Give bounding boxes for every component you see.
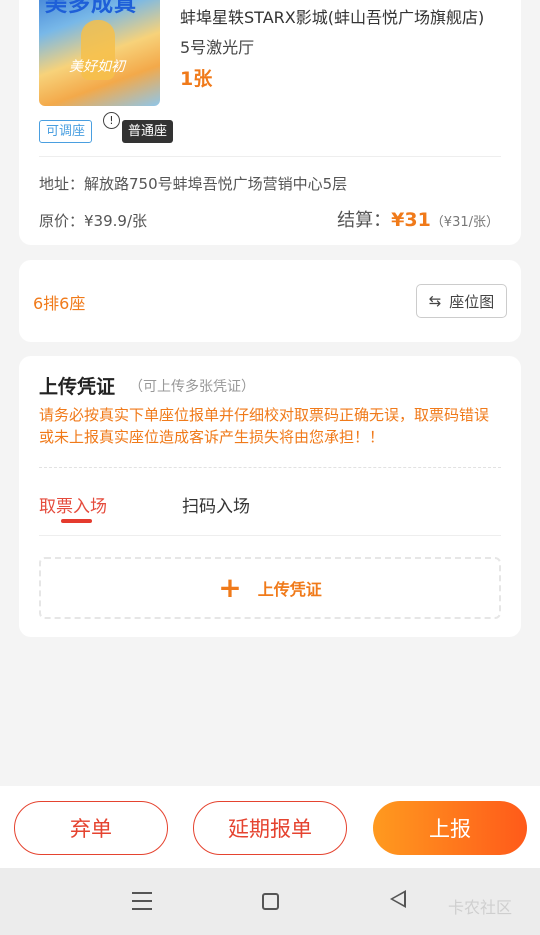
settle-label: 结算： <box>337 210 392 231</box>
upload-card: 上传凭证 （可上传多张凭证） 请务必按真实下单座位报单并仔细校对取票码正确无误，… <box>19 356 521 637</box>
poster-script: 美好如初 <box>69 59 125 75</box>
system-nav-bar: 卡农社区 <box>0 868 540 935</box>
watermark: 卡农社区 <box>448 898 513 917</box>
postpone-button[interactable]: 延期报单 <box>193 801 347 855</box>
abandon-button[interactable]: 弃单 <box>14 801 168 855</box>
submit-button[interactable]: 上报 <box>373 801 527 855</box>
tab-scan-entry[interactable]: 扫码入场 <box>182 492 250 517</box>
cinema-address: 地址：解放路750号蚌埠吾悦广场营销中心5层 <box>39 175 348 193</box>
back-icon[interactable] <box>390 890 406 908</box>
settlement: 结算：¥31（¥31/张） <box>337 206 499 232</box>
upload-credential-button[interactable]: + 上传凭证 <box>39 557 501 619</box>
cinema-name: 蚌埠星轶STARX影城(蚌山吾悦广场旗舰店) <box>180 8 485 27</box>
upload-warning: 请务必按真实下单座位报单并仔细校对取票码正确无误，取票码错误或未上报真实座位造成… <box>39 406 490 446</box>
tag-normal-seat: 普通座 <box>122 120 174 143</box>
seat-position: 6排6座 <box>33 294 86 313</box>
divider <box>39 156 501 157</box>
upload-hint: （可上传多张凭证） <box>129 379 255 395</box>
settle-amount: ¥31 <box>391 209 431 231</box>
divider <box>39 535 501 536</box>
order-card: 美多成真 美好如初 蚌埠星轶STARX影城(蚌山吾悦广场旗舰店) 5号激光厅 1… <box>19 0 521 245</box>
poster-title: 美多成真 <box>45 0 138 17</box>
info-icon[interactable]: ! <box>103 112 120 129</box>
active-tab-indicator <box>61 519 92 523</box>
original-price: 原价：¥39.9/张 <box>39 212 147 230</box>
hall-name: 5号激光厅 <box>180 38 255 57</box>
upload-title: 上传凭证 <box>39 376 116 398</box>
action-bar: 弃单 延期报单 上报 <box>0 786 540 868</box>
tag-adjustable-seat: 可调座 <box>39 120 93 143</box>
divider <box>39 467 501 468</box>
settle-unit: （¥31/张） <box>430 215 499 230</box>
seat-card: 6排6座 ⇆ 座位图 <box>19 260 521 342</box>
home-icon[interactable] <box>262 893 279 910</box>
plus-icon: + <box>218 571 242 604</box>
ticket-quantity: 1张 <box>180 68 213 90</box>
movie-poster: 美多成真 美好如初 <box>39 0 160 106</box>
swap-icon: ⇆ <box>428 292 442 310</box>
seat-map-button[interactable]: ⇆ 座位图 <box>416 284 507 318</box>
tab-ticket-pickup[interactable]: 取票入场 <box>39 492 107 517</box>
seat-map-label: 座位图 <box>449 292 495 311</box>
menu-icon[interactable] <box>132 892 152 916</box>
upload-label: 上传凭证 <box>257 580 322 599</box>
